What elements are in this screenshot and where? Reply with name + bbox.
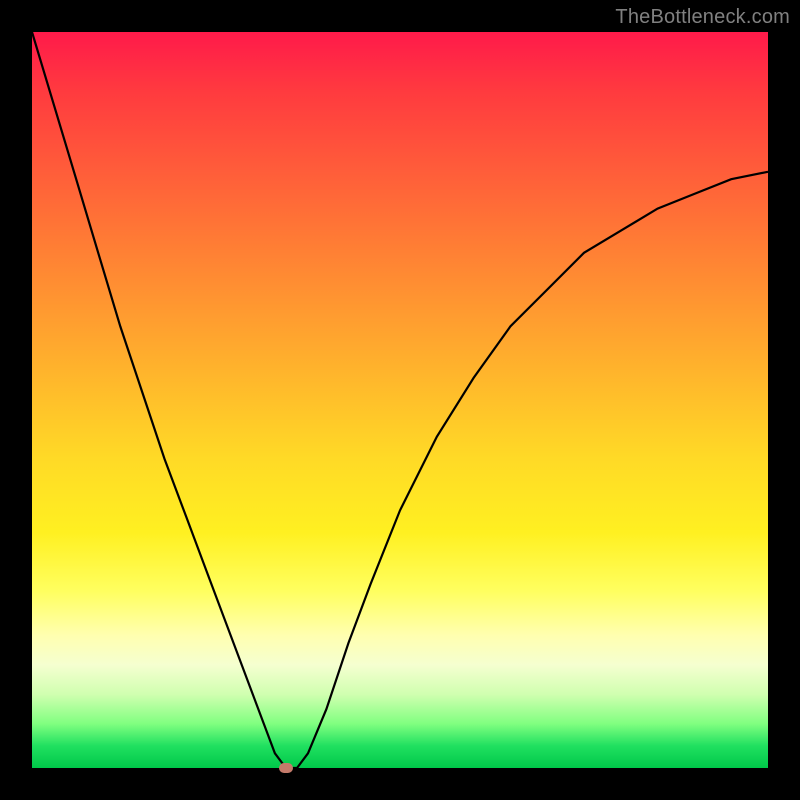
- chart-frame: TheBottleneck.com: [0, 0, 800, 800]
- watermark-text: TheBottleneck.com: [615, 6, 790, 29]
- optimal-point-marker: [279, 763, 293, 773]
- curve-layer: [32, 32, 768, 768]
- bottleneck-curve: [32, 32, 768, 768]
